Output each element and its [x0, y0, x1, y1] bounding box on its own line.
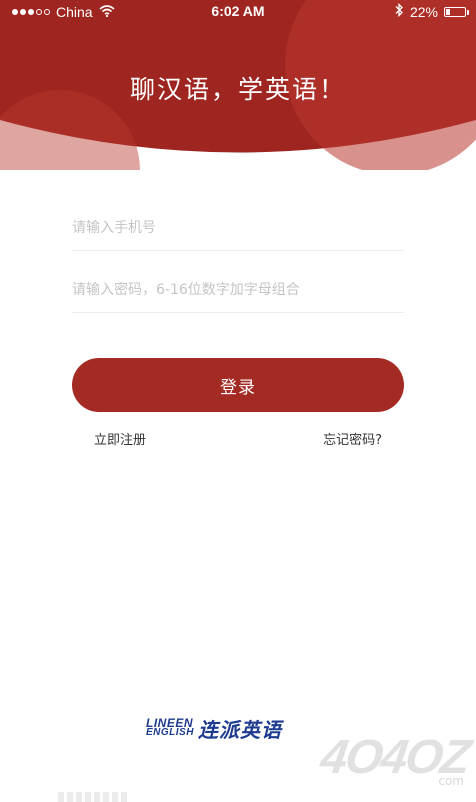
- password-field: [72, 268, 404, 313]
- cropped-footer-text: [58, 792, 128, 802]
- brand-english-wordmark: LINEEN ENGLISH: [146, 717, 194, 738]
- status-bar: China 6:02 AM 22%: [0, 0, 476, 24]
- slogan-title: 聊汉语，学英语！: [129, 75, 346, 104]
- register-link[interactable]: 立即注册: [94, 429, 146, 448]
- watermark-sub: com: [438, 774, 464, 788]
- brand-en-line2: ENGLISH: [146, 727, 194, 738]
- phone-field: [72, 206, 404, 251]
- battery-level-fill: [446, 8, 450, 15]
- battery-percent: 22%: [409, 3, 438, 20]
- forgot-password-link[interactable]: 忘记密码?: [323, 429, 382, 448]
- brand-chinese-name: 连派英语: [197, 717, 282, 742]
- login-button[interactable]: 登录: [72, 358, 404, 412]
- phone-input[interactable]: [72, 206, 404, 250]
- bluetooth-icon: [394, 2, 404, 20]
- password-input[interactable]: [72, 268, 404, 312]
- battery-icon: [444, 6, 469, 17]
- brand-logo: LINEEN ENGLISH 连派英语: [146, 714, 282, 742]
- status-right: 22%: [394, 2, 469, 20]
- watermark-logo: 4O4OZ com: [308, 730, 472, 790]
